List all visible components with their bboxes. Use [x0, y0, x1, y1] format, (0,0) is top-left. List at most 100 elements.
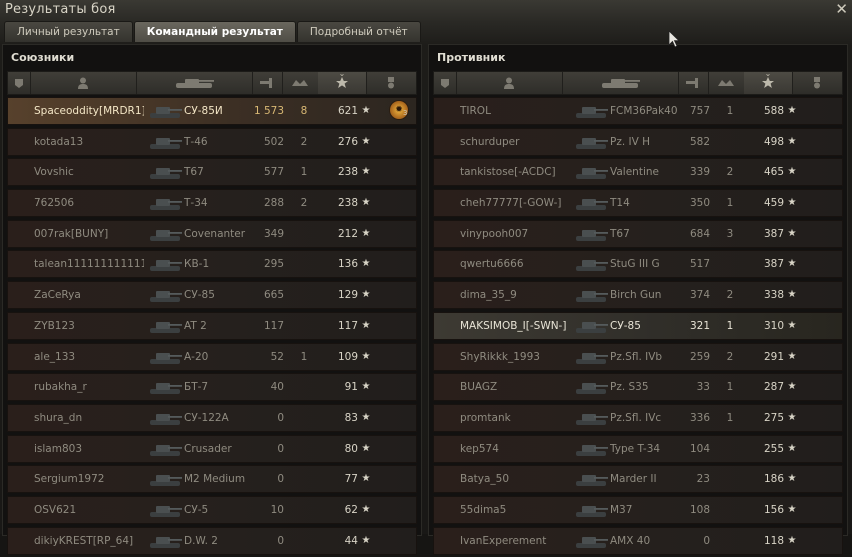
table-row[interactable]: cheh77777[-GOW-] T14 350 1 459 ★: [433, 189, 843, 218]
table-row[interactable]: BUAGZ Pz. S35 33 1 287 ★: [433, 373, 843, 402]
table-row[interactable]: Batya_50 Marder II 23 186 ★: [433, 465, 843, 494]
allies-column-header: ⌄: [7, 69, 417, 95]
player-name: vinypooh007: [460, 227, 529, 240]
xp-value: 287: [763, 381, 784, 394]
table-row[interactable]: MAKSIMOB_I[-SWN-] СУ-85 321 1 310 ★: [433, 311, 843, 340]
player-name: dima_35_9: [460, 289, 517, 302]
table-row[interactable]: islam803 Crusader 0 80 ★: [7, 434, 417, 463]
platoon-icon[interactable]: [434, 72, 457, 94]
medal-cell: [386, 159, 410, 185]
frags-value: 2: [726, 289, 734, 302]
table-row[interactable]: kep574 Type T-34 104 255 ★: [433, 434, 843, 463]
tab-detailed-report[interactable]: Подробный отчёт: [296, 21, 421, 42]
damage-value: 0: [277, 442, 284, 455]
damage-value: 52: [270, 350, 284, 363]
xp-star-icon[interactable]: ⌄: [318, 69, 367, 94]
player-name: cheh77777[-GOW-]: [460, 197, 562, 210]
tab-team-result[interactable]: Командный результат: [133, 21, 296, 42]
frags-icon[interactable]: [282, 72, 319, 94]
xp-star-icon[interactable]: ⌄: [744, 69, 793, 94]
frags-icon[interactable]: [708, 72, 745, 94]
player-name: qwertu6666: [460, 258, 524, 271]
medal-cell: [812, 344, 836, 370]
sort-arrow-icon: ⌄: [338, 69, 346, 78]
xp-value: 186: [763, 473, 784, 486]
xp-value: 80: [344, 442, 358, 455]
medal-cell: [386, 344, 410, 370]
medal-cell: [812, 497, 836, 523]
xp-star-icon: ★: [361, 473, 371, 485]
xp-value: 588: [763, 105, 784, 117]
tank-thumbnail-icon: [574, 102, 614, 120]
table-row[interactable]: dima_35_9 Birch Gun 374 2 338 ★: [433, 281, 843, 310]
xp-value: 310: [763, 319, 784, 332]
table-row[interactable]: dikiyKREST[RP_64] D.W. 2 0 44 ★: [7, 526, 417, 555]
medal-cell: [386, 282, 410, 308]
table-row[interactable]: ZYB123 AT 2 117 117 ★: [7, 311, 417, 340]
tank-thumbnail-icon: [148, 470, 188, 488]
medal-icon[interactable]: [792, 72, 842, 94]
table-row[interactable]: kotada13 Т-46 502 2 276 ★: [7, 127, 417, 156]
table-row[interactable]: ale_133 А-20 52 1 109 ★: [7, 342, 417, 371]
tank-thumbnail-icon: [148, 317, 188, 335]
frags-value: [294, 528, 314, 554]
table-row[interactable]: 55dima5 M37 108 156 ★: [433, 495, 843, 524]
table-row[interactable]: IvanExperement AMX 40 0 118 ★: [433, 526, 843, 555]
table-row[interactable]: ShyRikkk_1993 Pz.Sfl. IVb 259 2 291 ★: [433, 342, 843, 371]
medal-cell: [386, 466, 410, 492]
frags-value: 1: [726, 319, 734, 332]
medal-count: 3: [403, 109, 408, 117]
table-row[interactable]: TIROL FCM36Pak40 757 1 588 ★: [433, 97, 843, 125]
table-row[interactable]: OSV621 СУ-5 10 62 ★: [7, 495, 417, 524]
xp-value: 44: [344, 534, 358, 547]
xp-star-icon: ★: [361, 534, 371, 546]
medal-cell: [386, 497, 410, 523]
player-icon[interactable]: [30, 72, 137, 94]
damage-value: 40: [270, 381, 284, 394]
table-row[interactable]: promtank Pz.Sfl. IVc 336 1 275 ★: [433, 403, 843, 432]
damage-value: 288: [263, 197, 284, 210]
table-row[interactable]: ZaCeRya СУ-85 665 129 ★: [7, 281, 417, 310]
platoon-icon[interactable]: [8, 72, 31, 94]
medal-icon[interactable]: [366, 72, 416, 94]
tab-personal-result[interactable]: Личный результат: [4, 21, 133, 42]
xp-star-icon: ★: [361, 227, 371, 239]
table-row[interactable]: Sergium1972 M2 Medium 0 77 ★: [7, 465, 417, 494]
table-row[interactable]: shura_dn СУ-122А 0 83 ★: [7, 403, 417, 432]
tank-thumbnail-icon: [574, 317, 614, 335]
table-row[interactable]: Spaceoddity[MRDR1] СУ-85И 1 573 8 621 ★ ✹ 3: [7, 97, 417, 125]
damage-value: 295: [263, 258, 284, 271]
tank-thumbnail-icon: [148, 348, 188, 366]
xp-value: 109: [337, 350, 358, 363]
xp-value: 275: [763, 411, 784, 424]
medal-cell: [812, 436, 836, 462]
table-row[interactable]: 762506 Т-34 288 2 238 ★: [7, 189, 417, 218]
xp-value: 276: [337, 135, 358, 148]
table-row[interactable]: 007rak[BUNY] Covenanter 349 212 ★: [7, 219, 417, 248]
table-row[interactable]: talean111111111111...КВ-1295136★: [7, 250, 417, 279]
table-row[interactable]: Vovshic T67 577 1 238 ★: [7, 158, 417, 187]
close-icon[interactable]: ✕: [835, 0, 848, 18]
table-row[interactable]: vinypooh007 T67 684 3 387 ★: [433, 219, 843, 248]
damage-value: 108: [689, 503, 710, 516]
table-row[interactable]: rubakha_r БТ-7 40 91 ★: [7, 373, 417, 402]
medal-cell: [812, 190, 836, 216]
player-name: kep574: [460, 442, 499, 455]
damage-value: 684: [689, 227, 710, 240]
tank-thumbnail-icon: [148, 225, 188, 243]
frags-value: [294, 251, 314, 277]
damage-value: 0: [277, 534, 284, 547]
player-icon[interactable]: [456, 72, 563, 94]
table-row[interactable]: tankistose[-ACDC] Valentine 339 2 465 ★: [433, 158, 843, 187]
table-row[interactable]: schurduper Pz. IV H 582 498 ★: [433, 127, 843, 156]
damage-icon[interactable]: [678, 72, 709, 94]
table-row[interactable]: qwertu6666 StuG III G 517 387 ★: [433, 250, 843, 279]
damage-icon[interactable]: [252, 72, 283, 94]
tank-icon[interactable]: [136, 72, 253, 94]
xp-star-icon: ★: [787, 381, 797, 393]
tank-thumbnail-icon: [574, 286, 614, 304]
tank-icon[interactable]: [562, 72, 679, 94]
frags-value: [294, 436, 314, 462]
player-name: tankistose[-ACDC]: [460, 166, 556, 179]
xp-value: 338: [763, 289, 784, 302]
